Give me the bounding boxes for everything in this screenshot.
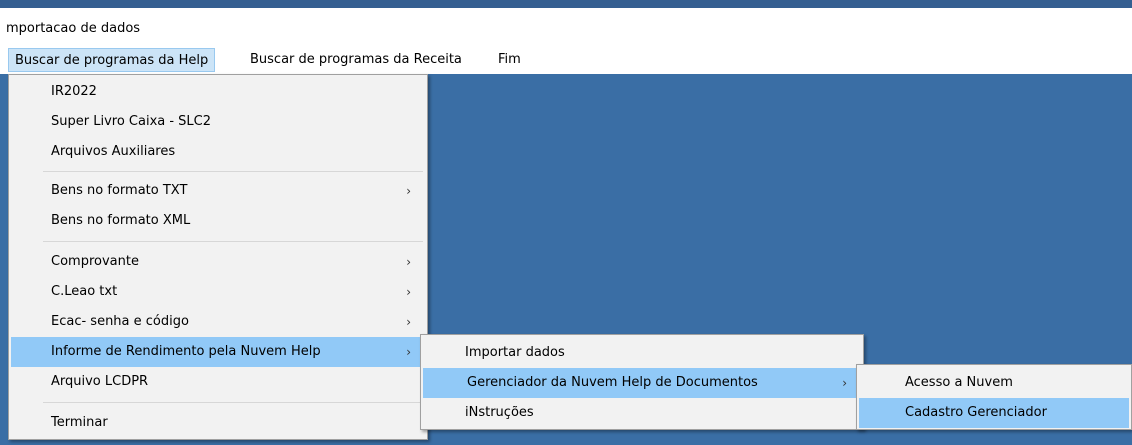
menu-item-label: Importar dados	[465, 345, 565, 360]
menu-item-instrucoes[interactable]: iNstruções	[423, 398, 861, 428]
chevron-right-icon: ›	[406, 184, 411, 198]
menu-separator	[43, 402, 423, 403]
menu-item-label: Ecac- senha e código	[51, 314, 189, 329]
menu-item-label: Bens no formato TXT	[51, 183, 188, 198]
menu-item-bens-txt[interactable]: Bens no formato TXT ›	[11, 176, 425, 206]
menu-item-label: IR2022	[51, 84, 97, 99]
menu-item-label: Super Livro Caixa - SLC2	[51, 114, 212, 129]
chevron-right-icon: ›	[842, 376, 847, 390]
menu-fim[interactable]: Fim	[492, 48, 527, 72]
submenu-gerenciador: Acesso a Nuvem Cadastro Gerenciador	[856, 364, 1132, 430]
menu-item-label: Informe de Rendimento pela Nuvem Help	[51, 344, 321, 359]
menu-item-label: Cadastro Gerenciador	[905, 405, 1047, 420]
menu-item-super-livro-caixa[interactable]: Super Livro Caixa - SLC2	[11, 107, 425, 137]
menu-item-label: Acesso a Nuvem	[905, 375, 1013, 390]
title-bar: mportacao de dados	[0, 8, 1132, 44]
menu-item-label: Bens no formato XML	[51, 213, 191, 228]
menu-item-importar-dados[interactable]: Importar dados	[423, 338, 861, 368]
menu-bar: Buscar de programas da Help Buscar de pr…	[0, 44, 1132, 74]
menu-item-terminar[interactable]: Terminar	[11, 408, 425, 438]
menu-item-cleao-txt[interactable]: C.Leao txt ›	[11, 277, 425, 307]
submenu-informe-rendimento: Importar dados Gerenciador da Nuvem Help…	[420, 334, 864, 430]
menu-item-label: Comprovante	[51, 254, 139, 269]
menu-item-label: Terminar	[51, 415, 108, 430]
menu-item-ecac[interactable]: Ecac- senha e código ›	[11, 307, 425, 337]
menu-item-gerenciador-nuvem[interactable]: Gerenciador da Nuvem Help de Documentos …	[423, 368, 861, 398]
dropdown-menu-help: IR2022 Super Livro Caixa - SLC2 Arquivos…	[8, 74, 428, 440]
menu-item-informe-rendimento[interactable]: Informe de Rendimento pela Nuvem Help ›	[11, 337, 425, 367]
menu-item-label: Gerenciador da Nuvem Help de Documentos	[467, 375, 758, 390]
menu-item-label: Arquivo LCDPR	[51, 374, 149, 389]
window-top-border	[0, 0, 1132, 8]
menu-item-comprovante[interactable]: Comprovante ›	[11, 247, 425, 277]
menu-item-label: iNstruções	[465, 405, 534, 420]
chevron-right-icon: ›	[406, 315, 411, 329]
chevron-right-icon: ›	[406, 285, 411, 299]
menu-item-arquivos-auxiliares[interactable]: Arquivos Auxiliares	[11, 137, 425, 167]
menu-item-label: C.Leao txt	[51, 284, 118, 299]
window-title: mportacao de dados	[6, 21, 141, 36]
menu-item-acesso-nuvem[interactable]: Acesso a Nuvem	[859, 368, 1129, 398]
menu-item-ir2022[interactable]: IR2022	[11, 77, 425, 107]
menu-item-bens-xml[interactable]: Bens no formato XML	[11, 206, 425, 236]
menu-item-cadastro-gerenciador[interactable]: Cadastro Gerenciador	[859, 398, 1129, 428]
menu-separator	[43, 171, 423, 172]
chevron-right-icon: ›	[406, 255, 411, 269]
menu-buscar-help[interactable]: Buscar de programas da Help	[8, 48, 216, 72]
menu-separator	[43, 241, 423, 242]
menu-item-arquivo-lcdpr[interactable]: Arquivo LCDPR	[11, 367, 425, 397]
menu-item-label: Arquivos Auxiliares	[51, 144, 176, 159]
menu-buscar-receita[interactable]: Buscar de programas da Receita	[244, 48, 468, 72]
chevron-right-icon: ›	[406, 345, 411, 359]
